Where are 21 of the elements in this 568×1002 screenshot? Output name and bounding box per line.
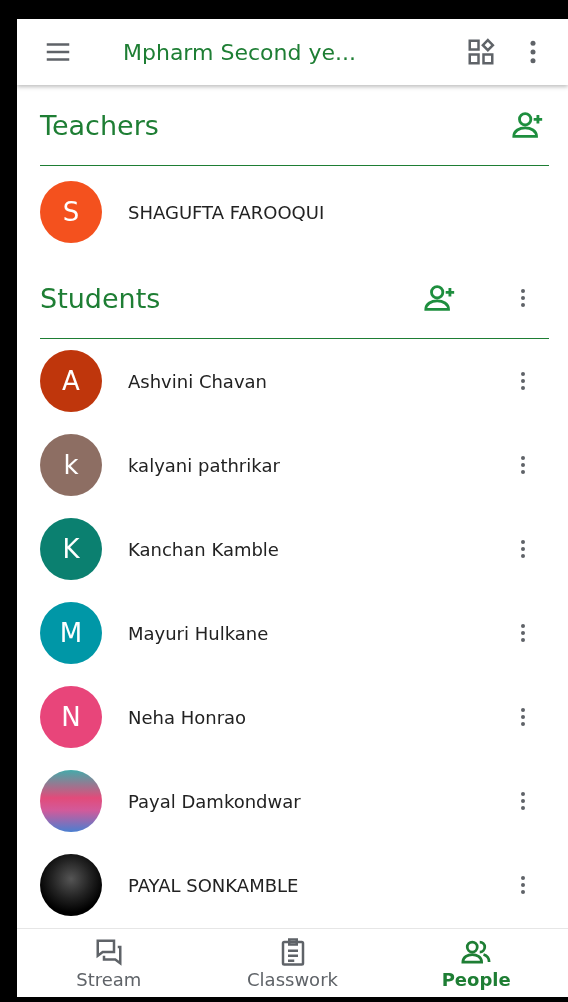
section-heading: Teachers (40, 109, 160, 141)
person-name: Payal Damkondwar (128, 790, 302, 812)
person-name: PAYAL SONKAMBLE (128, 874, 300, 896)
section-heading: Students (40, 282, 162, 314)
avatar: k (40, 434, 102, 496)
person-name: Kanchan Kamble (128, 538, 280, 560)
person-name: SHAGUFTA FAROOQUI (128, 201, 326, 223)
person-name: Neha Honrao (128, 706, 248, 728)
avatar: K (40, 518, 102, 580)
nav-tab[interactable]: People (384, 929, 568, 997)
avatar: S (40, 181, 102, 243)
nav-tab[interactable]: Classwork (200, 929, 385, 997)
shapes-icon[interactable] (466, 37, 496, 67)
avatar: N (40, 686, 102, 748)
class-title: Mpharm Second ye... (123, 39, 357, 65)
nav-tab[interactable]: Stream (17, 929, 201, 997)
avatar: M (40, 602, 102, 664)
person-name: Ashvini Chavan (128, 370, 268, 392)
person-name: kalyani pathrikar (128, 454, 281, 476)
avatar: A (40, 350, 102, 412)
person-name: Mayuri Hulkane (128, 622, 270, 644)
